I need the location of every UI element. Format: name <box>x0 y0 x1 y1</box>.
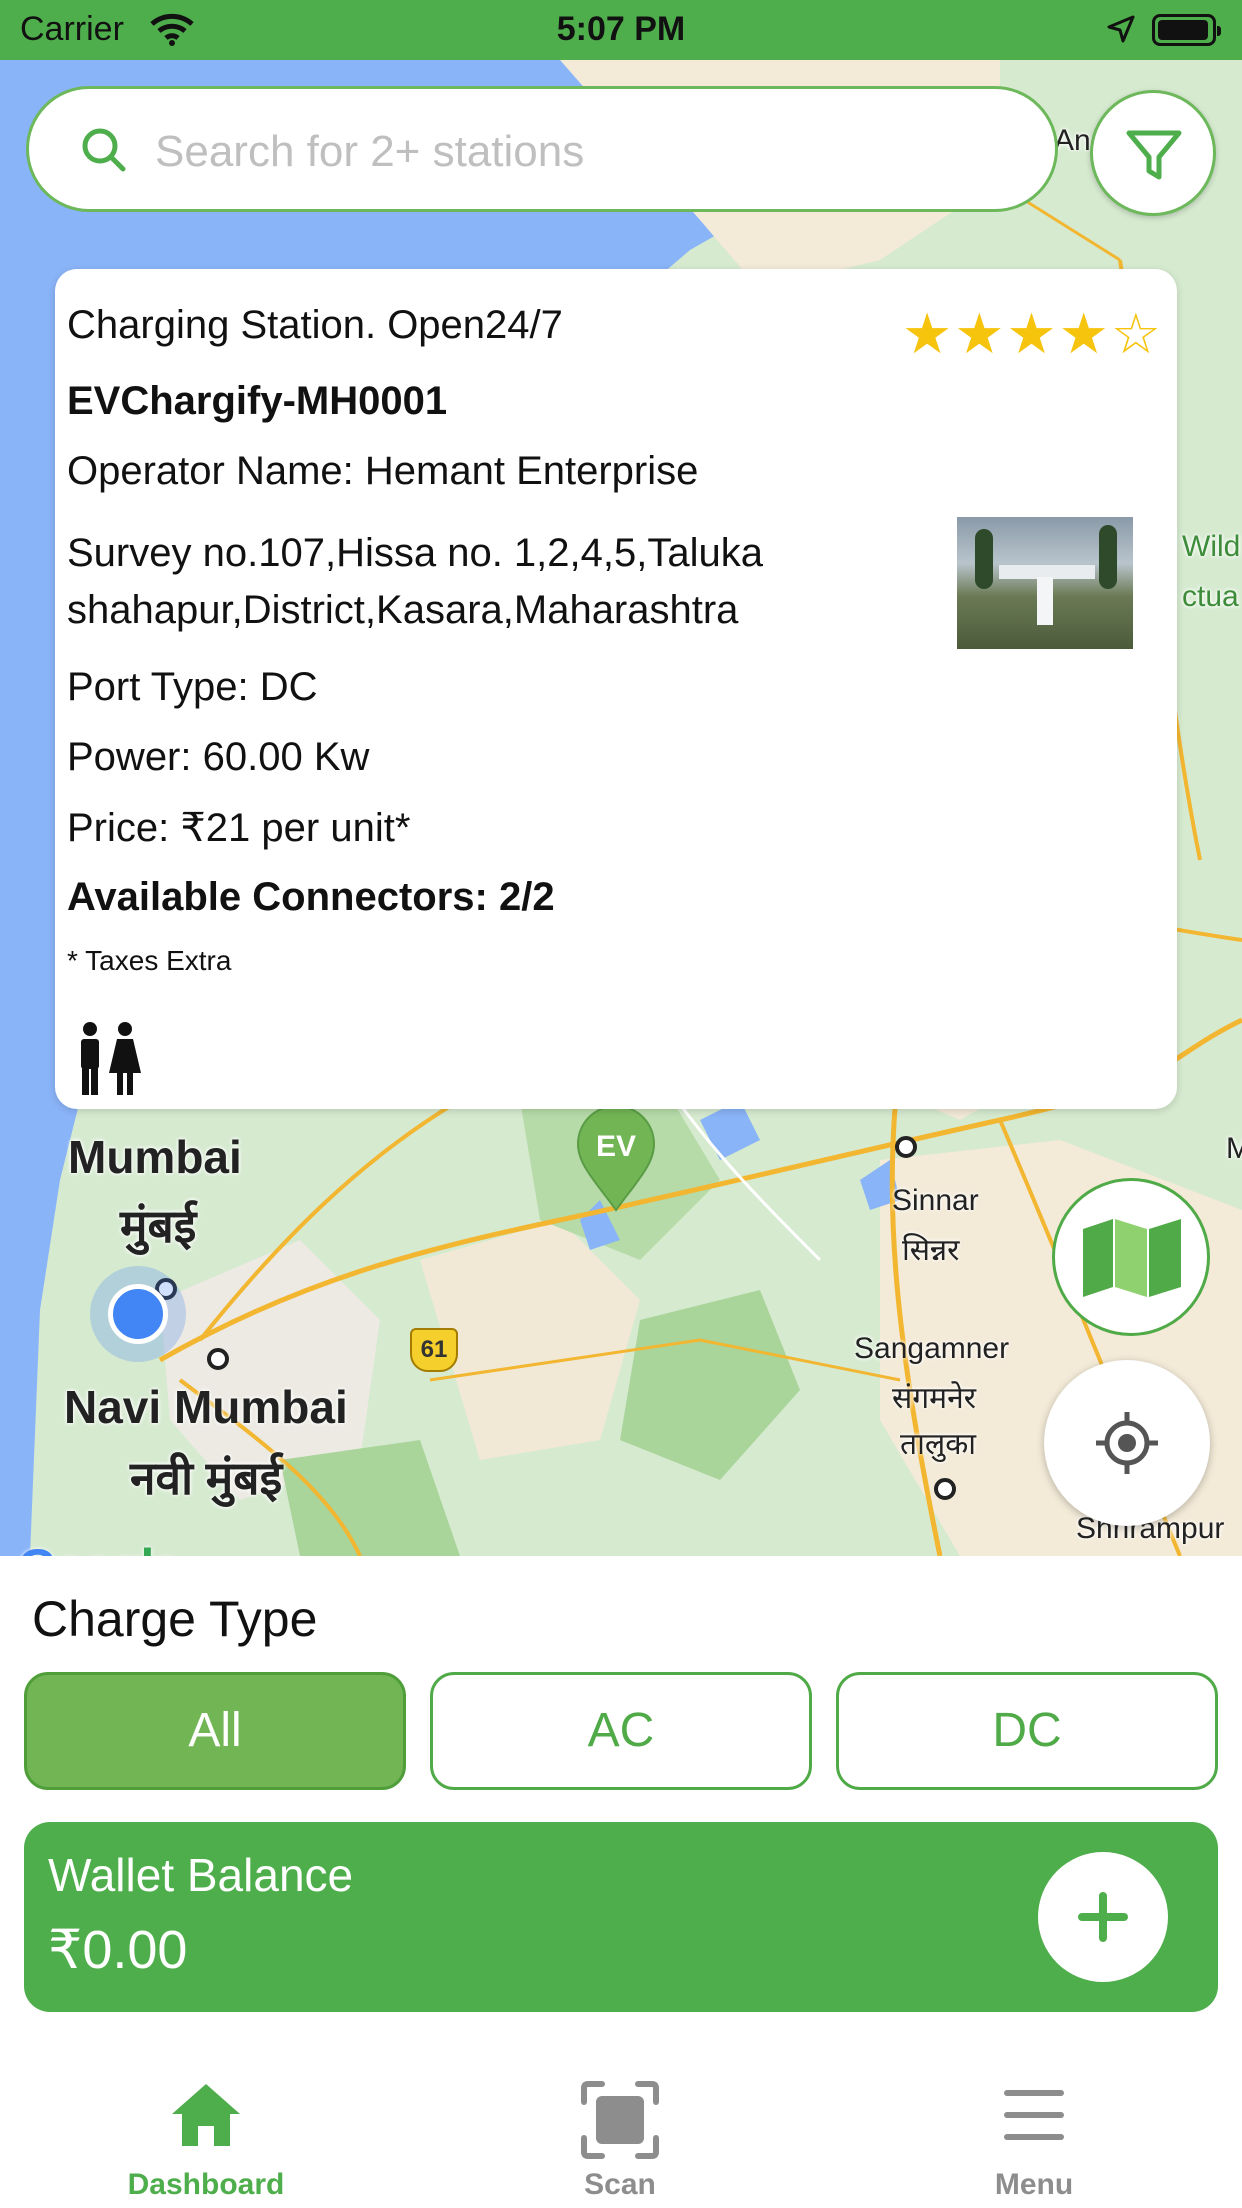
star-filled-icon: ★ <box>901 302 955 365</box>
map-label-sangamner-hi: संगमनेर <box>892 1382 977 1415</box>
station-info-card[interactable]: Charging Station. Open24/7 ★★★★☆ EVCharg… <box>55 269 1177 1109</box>
star-filled-icon: ★ <box>1006 302 1059 365</box>
search-icon <box>82 128 126 172</box>
map-icon <box>1083 1219 1181 1297</box>
highway-shield: 61 <box>410 1328 458 1372</box>
tab-dashboard[interactable]: Dashboard <box>56 2040 356 2208</box>
home-icon <box>172 2084 240 2146</box>
map-label-navi-mumbai-hi: नवी मुंबई <box>130 1452 283 1504</box>
power-rating: Power: 60.00 Kw <box>67 735 370 779</box>
map-label-mumbai-hi: मुंबई <box>120 1200 197 1252</box>
charge-type-dc[interactable]: DC <box>836 1672 1218 1790</box>
ev-station-pin[interactable]: EV <box>574 1106 658 1212</box>
restroom-icon <box>81 1022 141 1095</box>
map-label-partial-an: An <box>1054 124 1091 157</box>
filter-button[interactable] <box>1090 90 1216 216</box>
station-photo[interactable] <box>957 517 1133 649</box>
charge-type-all[interactable]: All <box>24 1672 406 1790</box>
crosshair-icon <box>1096 1412 1158 1474</box>
map-label-partial-ctua: ctua <box>1182 580 1239 613</box>
google-logo: Google <box>18 1538 180 1556</box>
map-city-dot <box>934 1478 956 1500</box>
scan-icon <box>581 2081 659 2159</box>
price-per-unit: Price: ₹21 per unit* <box>67 806 411 850</box>
tab-dashboard-label: Dashboard <box>127 2168 285 2201</box>
star-filled-icon: ★ <box>954 302 1007 365</box>
map-type-button[interactable] <box>1052 1178 1210 1336</box>
charge-type-title: Charge Type <box>32 1591 318 1647</box>
available-connectors: Available Connectors: 2/2 <box>67 875 555 919</box>
station-rating: ★★★★☆ <box>902 301 1163 367</box>
wallet-label: Wallet Balance <box>48 1849 354 1901</box>
battery-icon <box>1152 14 1221 46</box>
map-label-sinnar: Sinnar <box>892 1184 979 1217</box>
map-label-mumbai: Mumbai <box>68 1131 242 1183</box>
hamburger-menu-icon <box>1004 2090 1064 2140</box>
tab-scan[interactable]: Scan <box>470 2040 770 2208</box>
station-header: Charging Station. Open24/7 <box>67 303 563 347</box>
add-money-button[interactable] <box>1038 1852 1168 1982</box>
tab-menu-label: Menu <box>994 2168 1074 2201</box>
tab-bar: Dashboard Scan Menu <box>0 2040 1242 2208</box>
filter-icon <box>1126 130 1182 180</box>
status-time: 5:07 PM <box>556 10 686 48</box>
search-bar[interactable]: Search for 2+ stations <box>26 86 1058 212</box>
port-type: Port Type: DC <box>67 665 318 709</box>
map-label-sangamner: Sangamner <box>854 1332 1010 1365</box>
wallet-card: Wallet Balance ₹0.00 <box>24 1822 1218 2012</box>
operator-name: Operator Name: Hemant Enterprise <box>67 449 699 493</box>
station-address: Survey no.107,Hissa no. 1,2,4,5,Taluka s… <box>67 531 763 632</box>
charge-type-ac[interactable]: AC <box>430 1672 812 1790</box>
map-label-sinnar-hi: सिन्नर <box>902 1234 960 1267</box>
search-input[interactable]: Search for 2+ stations <box>155 127 584 177</box>
wallet-balance: ₹0.00 <box>48 1920 188 1980</box>
map-city-dot <box>895 1136 917 1158</box>
locate-me-button[interactable] <box>1044 1360 1210 1526</box>
map-city-dot <box>207 1348 229 1370</box>
tab-menu[interactable]: Menu <box>884 2040 1184 2208</box>
taxes-note: * Taxes Extra <box>67 945 232 976</box>
map-label-navi-mumbai: Navi Mumbai <box>64 1381 348 1433</box>
status-bar: Carrier 5:07 PM <box>0 0 1242 60</box>
ev-pin-label: EV <box>596 1130 636 1163</box>
map-label-taluka: तालुका <box>900 1428 977 1461</box>
tab-scan-label: Scan <box>584 2168 656 2201</box>
star-filled-icon: ★ <box>1058 302 1111 365</box>
location-arrow-icon <box>1107 15 1135 43</box>
station-id: EVChargify-MH0001 <box>67 379 448 423</box>
map-label-partial-m: M <box>1226 1132 1242 1165</box>
map-label-partial-wild: Wild <box>1182 530 1241 563</box>
star-empty-icon: ☆ <box>1110 302 1163 365</box>
current-location-dot <box>108 1284 168 1344</box>
